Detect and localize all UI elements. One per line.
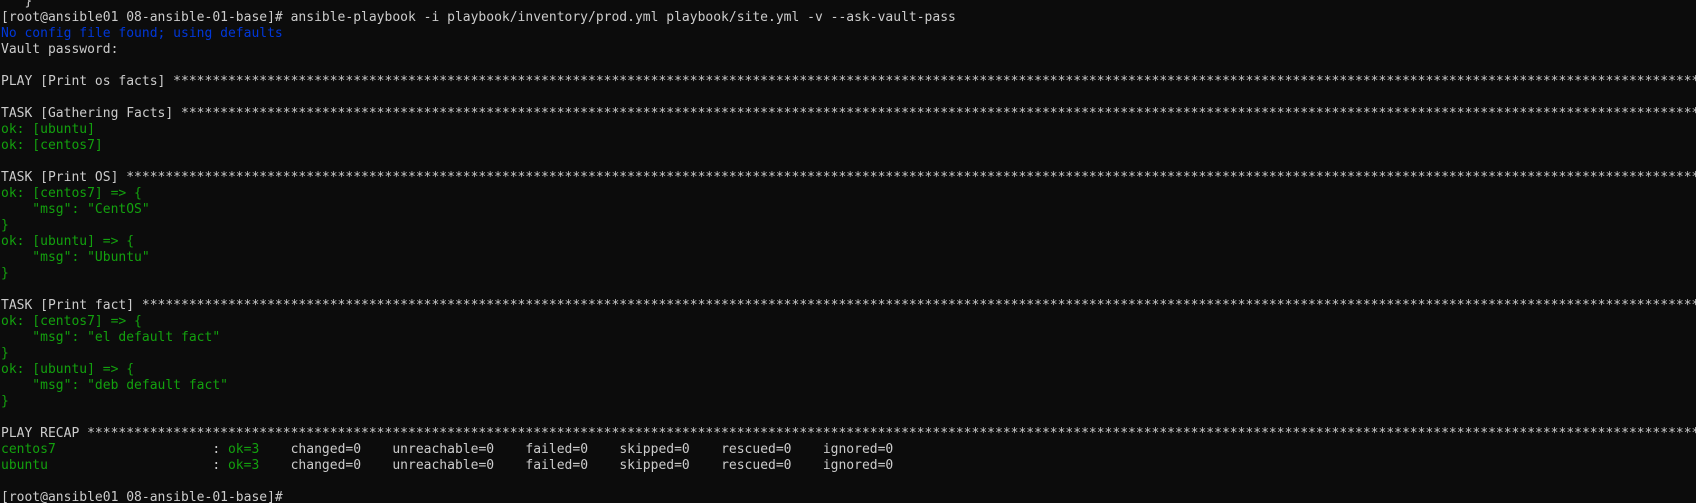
terminal-text: "msg": "CentOS" (1, 202, 150, 217)
terminal-text: ok: [ubuntu] => { (1, 362, 135, 377)
terminal-line-result: } (1, 394, 1696, 410)
terminal-line-info: No config file found; using defaults (1, 26, 1696, 42)
terminal-line-result: } (1, 346, 1696, 362)
terminal-text: PLAY RECAP *****************************… (1, 426, 1696, 441)
terminal-line-result: "msg": "deb default fact" (1, 378, 1696, 394)
terminal-window[interactable]: } [root@ansible01 08-ansible-01-base]# an… (0, 0, 1696, 503)
terminal-text: changed=0 unreachable=0 failed=0 skipped… (259, 458, 894, 473)
terminal-line-result: "msg": "el default fact" (1, 330, 1696, 346)
terminal-text: } (1, 0, 33, 9)
terminal-text: TASK [Print fact] **********************… (1, 298, 1696, 313)
terminal-line-result: ok: [ubuntu] => { (1, 234, 1696, 250)
terminal-text: ubuntu (1, 458, 48, 473)
terminal-line-result: ok: [ubuntu] (1, 122, 1696, 138)
terminal-line-command: [root@ansible01 08-ansible-01-base]# ans… (1, 10, 1696, 26)
terminal-text: "msg": "Ubuntu" (1, 250, 150, 265)
terminal-text: } (1, 346, 9, 361)
terminal-line-partial: } (1, 0, 1696, 10)
terminal-line-task-header: TASK [Print fact] **********************… (1, 298, 1696, 314)
terminal-text: ok: [centos7] => { (1, 186, 142, 201)
terminal-text: : (47, 458, 228, 473)
terminal-text: changed=0 unreachable=0 failed=0 skipped… (259, 442, 894, 457)
terminal-text: [root@ansible01 08-ansible-01-base]# (1, 490, 291, 503)
terminal-output: } [root@ansible01 08-ansible-01-base]# an… (1, 0, 1696, 503)
terminal-text: ok=3 (227, 458, 260, 473)
terminal-text: } (1, 218, 9, 233)
terminal-text: TASK [Print OS] ************************… (1, 170, 1696, 185)
terminal-text: Vault password: (1, 42, 119, 57)
terminal-text: ok: [centos7] => { (1, 314, 142, 329)
terminal-line-task-header: TASK [Print OS] ************************… (1, 170, 1696, 186)
terminal-line-result: ok: [ubuntu] => { (1, 362, 1696, 378)
terminal-text: PLAY [Print os facts] ******************… (1, 74, 1696, 89)
terminal-line-result: ok: [centos7] => { (1, 186, 1696, 202)
terminal-line-task-header: TASK [Gathering Facts] *****************… (1, 106, 1696, 122)
terminal-line-result: "msg": "CentOS" (1, 202, 1696, 218)
terminal-text: "msg": "el default fact" (1, 330, 221, 345)
terminal-line-result: ok: [centos7] (1, 138, 1696, 154)
terminal-line-result: ok: [centos7] => { (1, 314, 1696, 330)
terminal-text: ok: [ubuntu] (1, 122, 95, 137)
terminal-line-play-header: PLAY [Print os facts] ******************… (1, 74, 1696, 90)
terminal-line-prompt-current[interactable]: [root@ansible01 08-ansible-01-base]# (1, 490, 1696, 503)
terminal-text: } (1, 394, 9, 409)
terminal-text: TASK [Gathering Facts] *****************… (1, 106, 1696, 121)
terminal-text: "msg": "deb default fact" (1, 378, 228, 393)
terminal-text: ok: [ubuntu] => { (1, 234, 135, 249)
terminal-text: ok=3 (227, 442, 260, 457)
terminal-line-recap-row: ubuntu : ok=3 changed=0 unreachable=0 fa… (1, 458, 1696, 474)
terminal-text: } (1, 266, 9, 281)
terminal-line-result: } (1, 266, 1696, 282)
terminal-line-prompt: Vault password: (1, 42, 1696, 58)
terminal-line-recap-header: PLAY RECAP *****************************… (1, 426, 1696, 442)
terminal-text: : (55, 442, 228, 457)
terminal-line-result: "msg": "Ubuntu" (1, 250, 1696, 266)
terminal-line-recap-row: centos7 : ok=3 changed=0 unreachable=0 f… (1, 442, 1696, 458)
terminal-text: [root@ansible01 08-ansible-01-base]# ans… (1, 10, 956, 25)
terminal-text: centos7 (1, 442, 56, 457)
terminal-text: No config file found; using defaults (1, 26, 283, 41)
terminal-text: ok: [centos7] (1, 138, 103, 153)
terminal-line-result: } (1, 218, 1696, 234)
